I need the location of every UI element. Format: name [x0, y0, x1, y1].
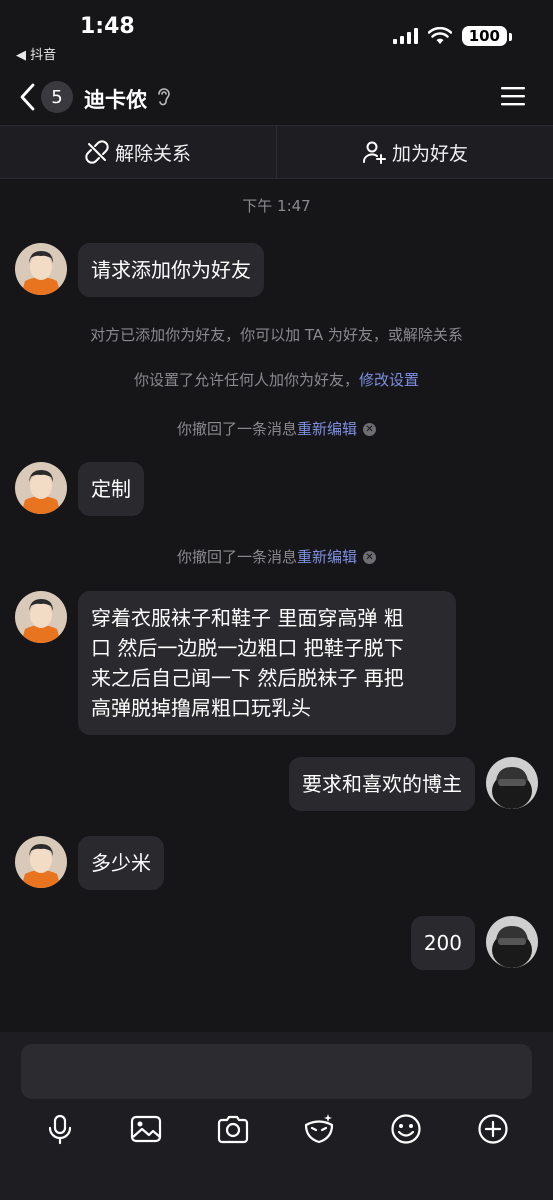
system-notice-added: 对方已添加你为好友，你可以加 TA 为好友，或解除关系	[90, 326, 463, 344]
microphone-icon[interactable]	[43, 1112, 77, 1146]
message-timestamp: 下午 1:47	[242, 197, 311, 215]
outgoing-message-bubble[interactable]: 200	[410, 916, 475, 970]
contact-avatar-image	[15, 836, 67, 888]
add-friend-label: 加为好友	[391, 142, 468, 165]
back-chevron-icon[interactable]	[16, 82, 40, 112]
status-icons: 100	[392, 26, 513, 46]
signal-icon	[392, 28, 418, 44]
add-friend-button[interactable]: 加为好友	[277, 126, 553, 178]
contact-avatar-image	[15, 591, 67, 643]
remove-relation-label: 解除关系	[114, 142, 191, 165]
self-avatar-image	[486, 916, 538, 968]
message-line: 来之后自己闻一下 然后脱袜子 再把	[91, 666, 404, 690]
modify-settings-link[interactable]: 修改设置	[359, 371, 419, 389]
incoming-message-bubble[interactable]: 请求添加你为好友	[78, 243, 264, 297]
incoming-message-bubble[interactable]: 定制	[78, 462, 144, 516]
message-line: 高弹脱掉撸屌粗口玩乳头	[91, 696, 311, 720]
contact-avatar[interactable]	[15, 462, 67, 514]
settings-notice-text: 你设置了允许任何人加你为好友，	[133, 371, 359, 389]
message-line: 口 然后一边脱一边粗口 把鞋子脱下	[91, 636, 404, 660]
incoming-message-bubble[interactable]: 多少米	[78, 836, 164, 890]
camera-icon[interactable]	[216, 1112, 250, 1146]
composer-panel	[0, 1032, 553, 1200]
self-avatar[interactable]	[486, 757, 538, 809]
status-time: 1:48	[80, 14, 135, 39]
re-edit-link[interactable]: 重新编辑	[297, 420, 357, 438]
contact-avatar[interactable]	[15, 591, 67, 643]
unread-badge[interactable]: 5	[41, 81, 73, 113]
contact-name[interactable]: 迪卡侬	[84, 84, 147, 114]
message-input[interactable]	[21, 1044, 532, 1099]
dismiss-icon[interactable]: ✕	[363, 551, 377, 564]
menu-icon[interactable]	[501, 86, 525, 106]
outgoing-message-bubble[interactable]: 要求和喜欢的博主	[289, 757, 475, 811]
relation-action-bar: 解除关系 加为好友	[0, 125, 553, 179]
emoji-icon[interactable]	[389, 1112, 423, 1146]
plus-icon[interactable]	[476, 1112, 510, 1146]
ear-icon[interactable]	[156, 87, 172, 107]
image-icon[interactable]	[129, 1112, 163, 1146]
incoming-message-bubble[interactable]: 穿着衣服袜子和鞋子 里面穿高弹 粗 口 然后一边脱一边粗口 把鞋子脱下 来之后自…	[78, 591, 456, 735]
message-line: 穿着衣服袜子和鞋子 里面穿高弹 粗	[91, 606, 404, 630]
contact-avatar-image	[15, 462, 67, 514]
battery-indicator: 100	[461, 26, 513, 46]
chat-header: 5 迪卡侬	[0, 72, 553, 124]
back-to-app-link[interactable]: ◀ 抖音	[16, 44, 56, 63]
contact-avatar[interactable]	[15, 243, 67, 295]
dismiss-icon[interactable]: ✕	[363, 423, 377, 436]
ai-mask-icon[interactable]	[302, 1112, 336, 1146]
remove-relation-button[interactable]: 解除关系	[0, 126, 276, 178]
add-user-icon	[362, 141, 386, 164]
self-avatar[interactable]	[486, 916, 538, 968]
recall-notice-text: 你撤回了一条消息	[176, 548, 297, 566]
contact-avatar[interactable]	[15, 836, 67, 888]
re-edit-link[interactable]: 重新编辑	[297, 548, 357, 566]
self-avatar-image	[486, 757, 538, 809]
recall-notice: 你撤回了一条消息重新编辑 ✕	[0, 546, 553, 567]
contact-avatar-image	[15, 243, 67, 295]
recall-notice: 你撤回了一条消息重新编辑 ✕	[0, 418, 553, 439]
unlink-icon	[85, 140, 109, 164]
system-notice-settings: 你设置了允许任何人加你为好友，修改设置	[0, 369, 553, 390]
recall-notice-text: 你撤回了一条消息	[176, 420, 297, 438]
wifi-icon	[427, 27, 452, 44]
